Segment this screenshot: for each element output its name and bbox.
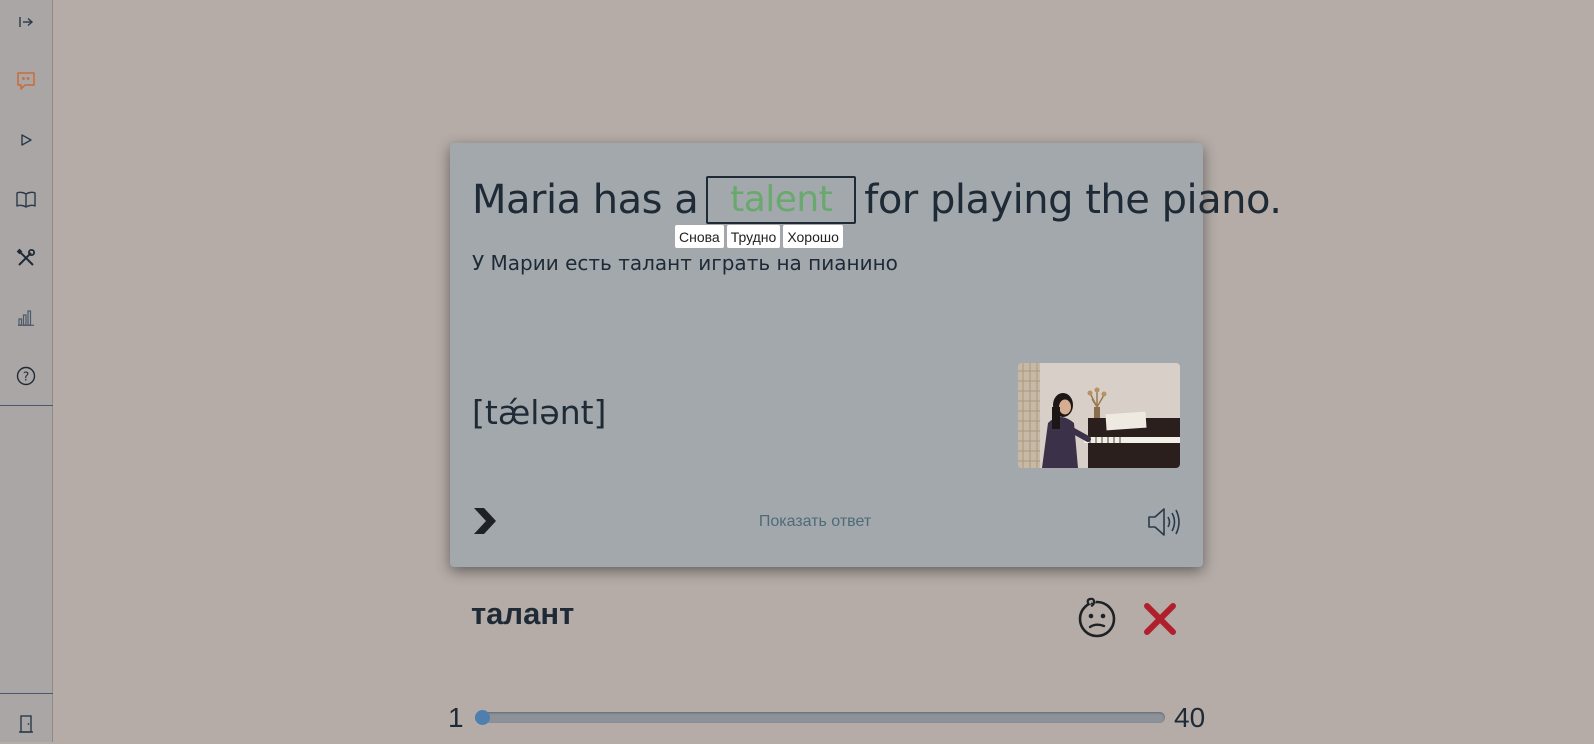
sidebar-item-play[interactable] <box>0 120 52 160</box>
sidebar-item-expand[interactable] <box>0 2 52 42</box>
word-translation: талант <box>471 596 575 631</box>
quote-bubble-icon <box>17 72 35 90</box>
progress-start-label: 1 <box>448 702 464 733</box>
speaker-icon <box>1148 508 1180 536</box>
difficult-word-button[interactable] <box>1076 596 1118 639</box>
sidebar-divider-bottom <box>0 693 53 694</box>
sentence-after: for playing the piano. <box>864 177 1282 223</box>
sidebar-item-stats[interactable] <box>0 297 52 337</box>
close-icon <box>1144 603 1176 635</box>
show-answer-link[interactable]: Показать ответ <box>700 513 930 531</box>
progress-end-label: 40 <box>1174 702 1206 733</box>
door-icon <box>19 715 33 733</box>
grade-buttons: Снова Трудно Хорошо <box>675 225 843 248</box>
transcription-text: [tǽlənt] <box>472 393 607 432</box>
woman-playing-piano-photo <box>1018 363 1180 468</box>
svg-text:?: ? <box>23 370 29 384</box>
chevron-right-icon <box>474 508 496 534</box>
hard-button[interactable]: Трудно <box>726 225 781 248</box>
sidebar-item-book[interactable] <box>0 179 52 219</box>
sentence-before: Maria has a <box>472 177 699 223</box>
answer-input[interactable]: talent <box>706 176 857 224</box>
word-picture <box>1018 363 1180 468</box>
bar-chart-icon <box>18 310 34 326</box>
sidebar-divider <box>0 405 53 406</box>
translation-text: У Марии есть талант играть на пианино <box>472 251 898 275</box>
sidebar-item-help[interactable]: ? <box>0 356 52 396</box>
expand-arrow-icon <box>19 17 34 27</box>
progress-thumb[interactable] <box>475 710 490 725</box>
play-icon <box>21 134 32 146</box>
play-sound-button[interactable] <box>1146 505 1182 539</box>
tools-icon <box>16 248 35 266</box>
book-icon <box>16 191 36 208</box>
help-icon: ? <box>16 366 36 386</box>
next-button[interactable] <box>470 505 498 537</box>
good-button[interactable]: Хорошо <box>783 225 843 248</box>
sidebar-item-tools[interactable] <box>0 238 52 278</box>
flashcard: Maria has a talent for playing the piano… <box>450 143 1282 567</box>
example-sentence: Maria has a talent for playing the piano… <box>472 176 1282 224</box>
sidebar: ? <box>0 0 53 742</box>
remove-word-button[interactable] <box>1141 600 1179 638</box>
sidebar-item-chat[interactable] <box>0 61 52 101</box>
progress-slider[interactable] <box>475 710 1165 725</box>
sidebar-item-exit[interactable] <box>0 704 52 744</box>
confused-face-icon <box>1078 596 1116 638</box>
again-button[interactable]: Снова <box>675 225 724 248</box>
